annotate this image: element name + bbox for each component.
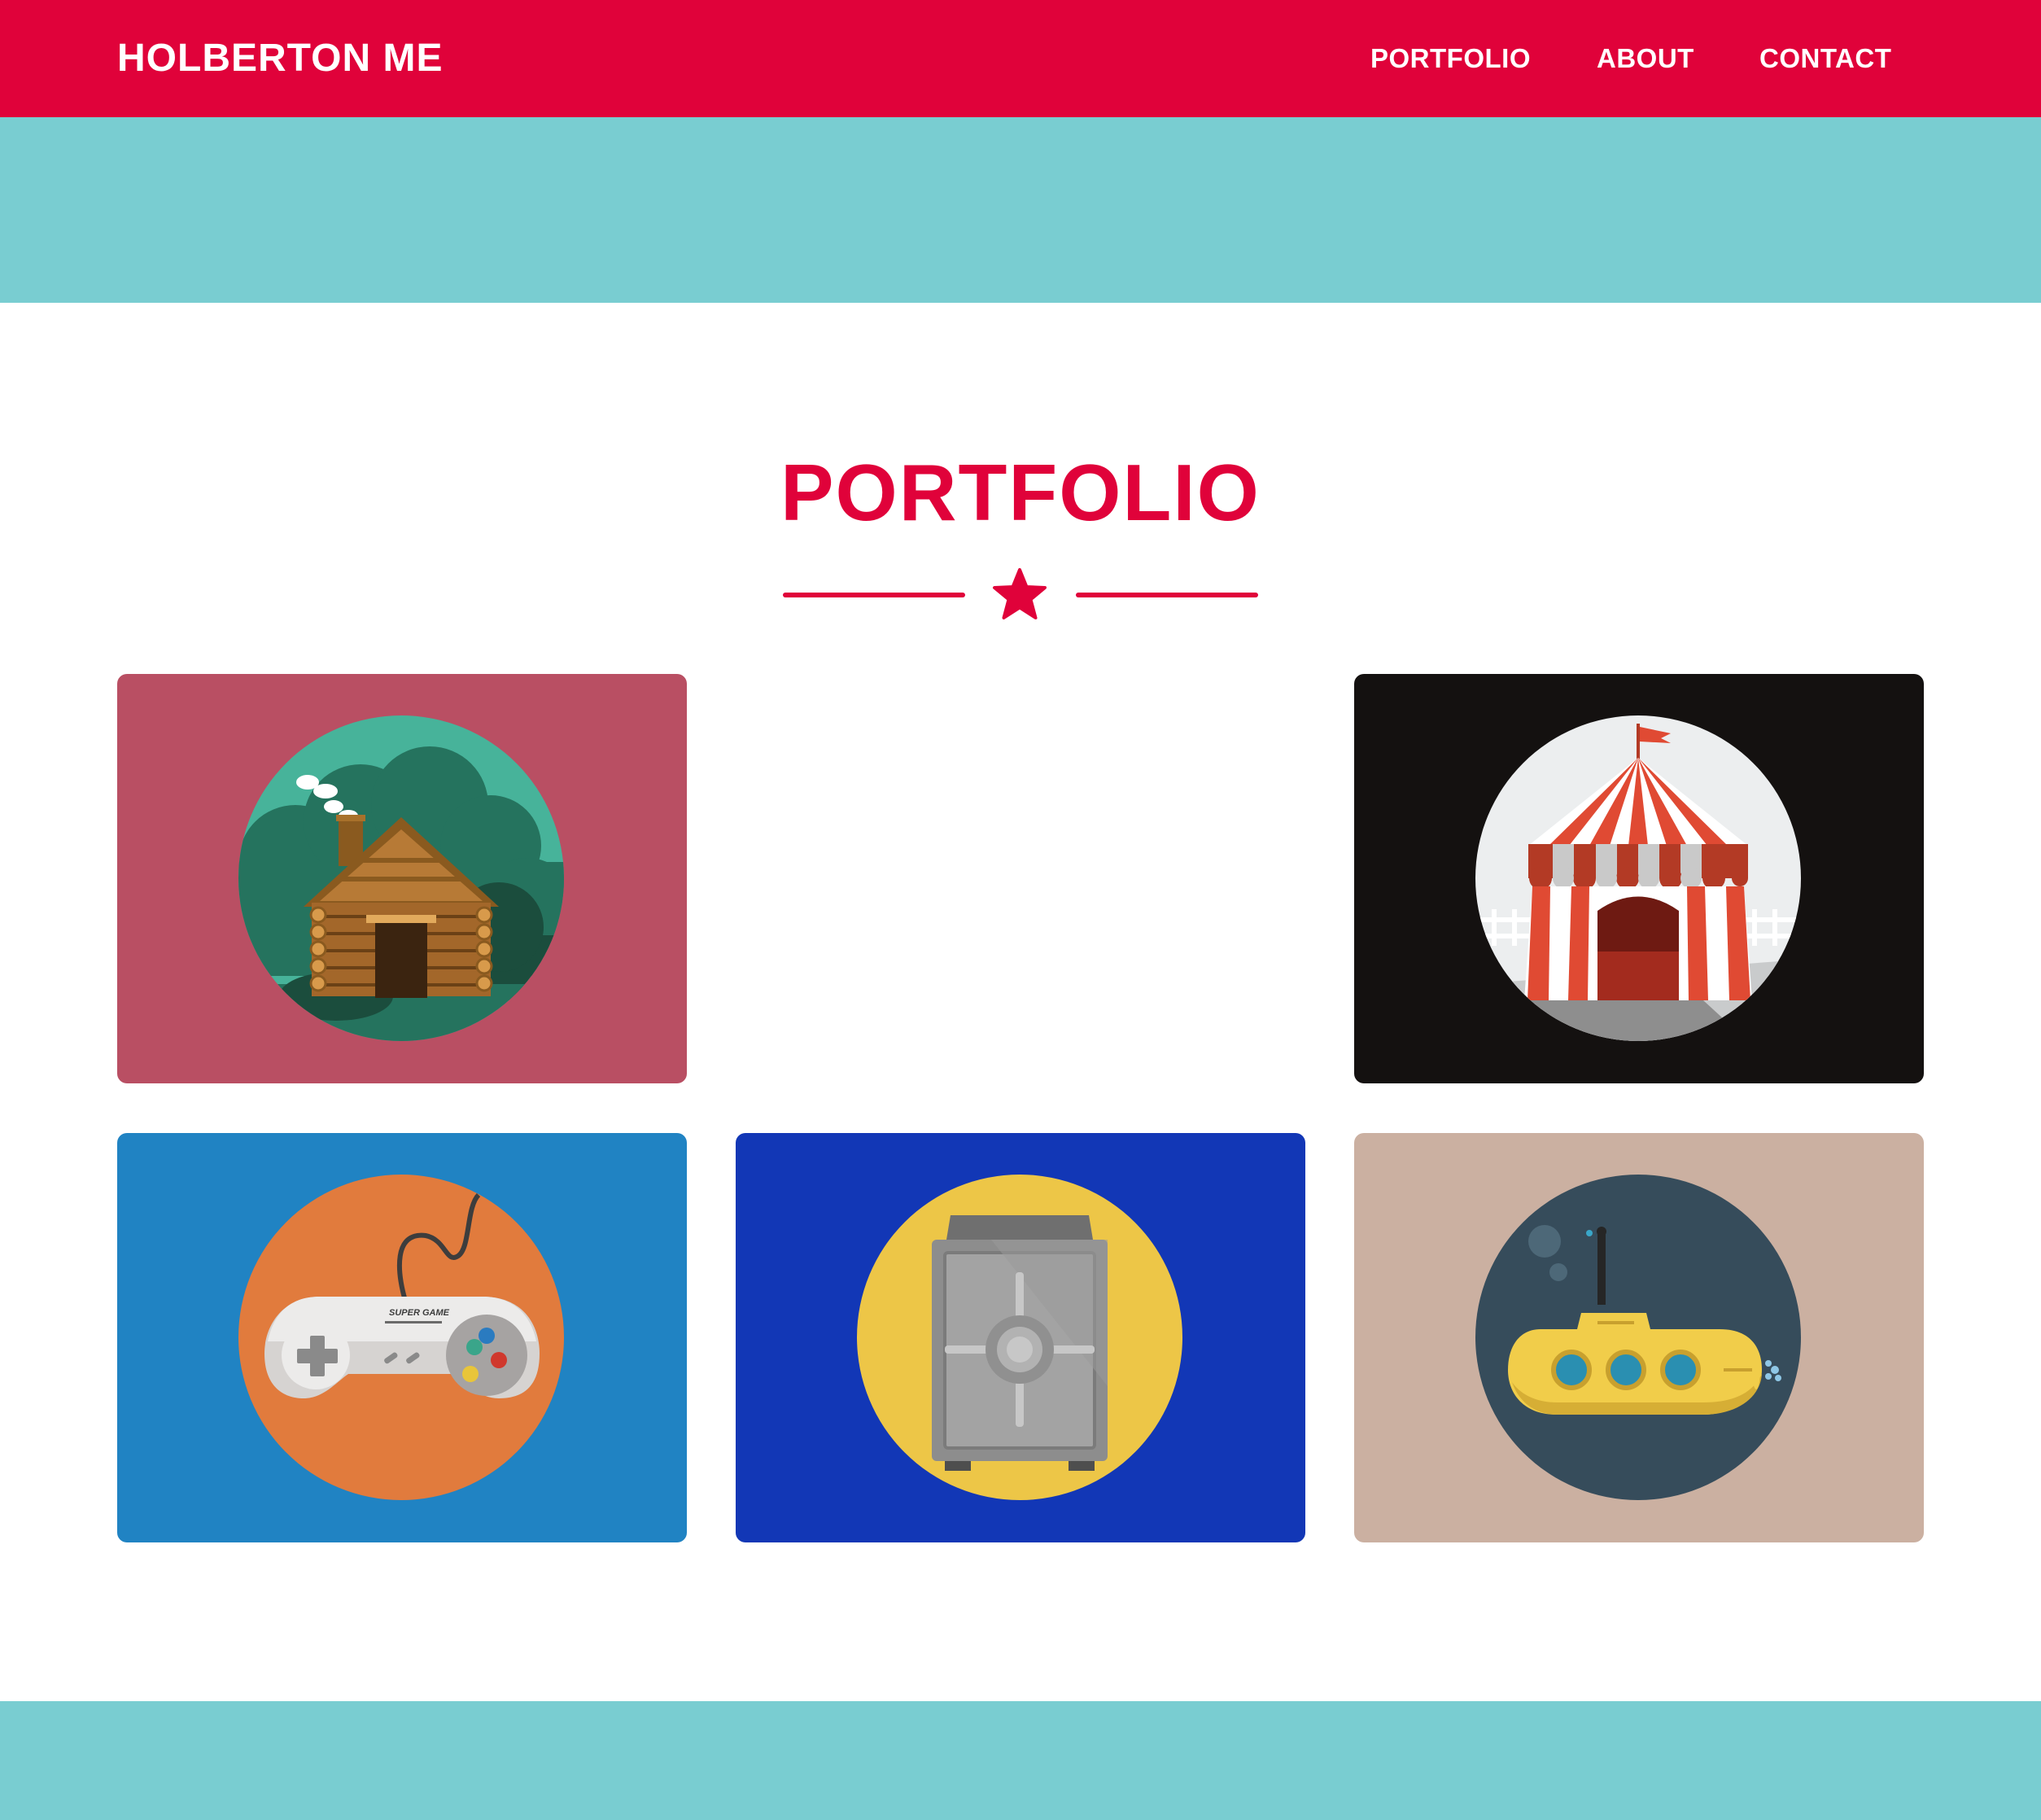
submarine-icon <box>1475 1175 1801 1500</box>
game-controller-icon: SUPER GAME <box>238 1175 564 1500</box>
portfolio-item-submarine[interactable] <box>1354 1133 1924 1542</box>
circus-tent-icon <box>1475 715 1801 1041</box>
portfolio-item-circus[interactable] <box>1354 674 1924 1083</box>
footer-band <box>0 1701 2041 1820</box>
portfolio-item-cabin[interactable] <box>117 674 687 1083</box>
navbar: HOLBERTON ME PORTFOLIO ABOUT CONTACT <box>0 0 2041 117</box>
brand-link[interactable]: HOLBERTON ME <box>117 29 443 88</box>
divider-line-right <box>1076 593 1258 597</box>
safe-icon <box>857 1175 1182 1500</box>
portfolio-item-game[interactable]: SUPER GAME <box>117 1133 687 1542</box>
controller-caption: SUPER GAME <box>389 1308 450 1318</box>
divider-line-left <box>783 593 965 597</box>
star-icon <box>993 568 1047 619</box>
hero-band <box>0 117 2041 303</box>
nav-link-contact[interactable]: CONTACT <box>1759 29 1891 88</box>
nav-link-portfolio[interactable]: PORTFOLIO <box>1370 29 1531 88</box>
log-cabin-icon <box>238 715 564 1041</box>
portfolio-heading: PORTFOLIO <box>780 448 1261 537</box>
portfolio-item-safe[interactable] <box>736 1133 1305 1542</box>
nav-link-about[interactable]: ABOUT <box>1597 29 1694 88</box>
